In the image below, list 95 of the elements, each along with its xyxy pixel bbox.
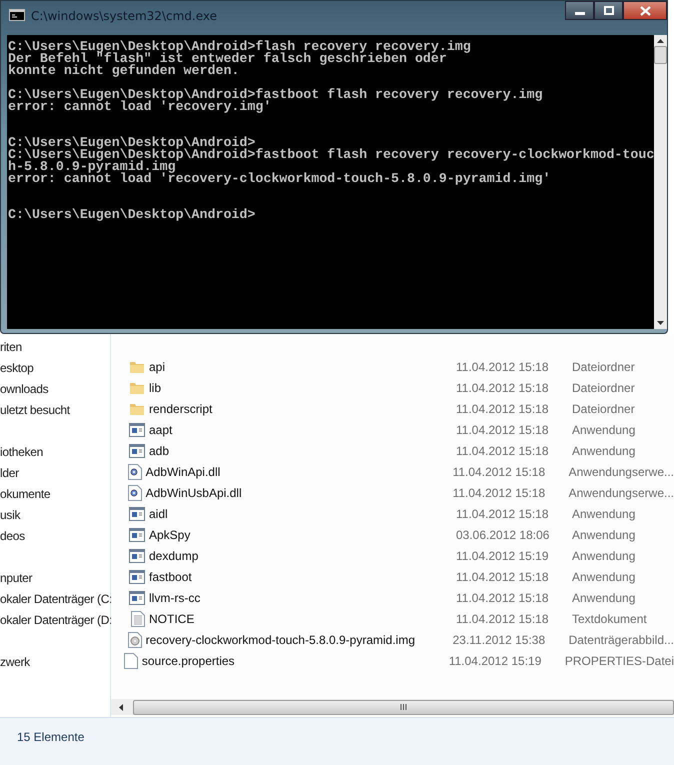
file-type: Anwendungserwe...: [568, 464, 674, 478]
application-icon: [129, 590, 145, 604]
file-date: 23.11.2012 15:38: [452, 632, 546, 646]
file-name[interactable]: renderscript: [149, 402, 456, 416]
file-name[interactable]: lib: [149, 380, 456, 394]
console-line: C:\Users\Eugen\Desktop\Android>flash recovery recovery.img: [8, 41, 472, 53]
application-icon: [129, 506, 145, 520]
sidebar-item[interactable]: deos: [0, 529, 25, 543]
scroll-up-icon: [657, 39, 664, 43]
item-count: 15 Elemente: [17, 730, 84, 744]
sidebar-item[interactable]: zwerk: [0, 655, 30, 669]
file-date: 11.04.2012 15:18: [456, 402, 550, 416]
sidebar-item[interactable]: ownloads: [0, 382, 48, 396]
scrollbar-thumb[interactable]: [654, 46, 668, 64]
minimize-button[interactable]: [565, 1, 594, 20]
file-name[interactable]: source.properties: [142, 654, 449, 668]
file-type: Dateiordner: [572, 380, 635, 394]
sidebar-item[interactable]: esktop: [0, 361, 34, 375]
file-type: Anwendung: [572, 528, 636, 542]
file-name[interactable]: fastboot: [149, 570, 456, 584]
file-name[interactable]: AdbWinUsbApi.dll: [146, 486, 453, 500]
file-name[interactable]: aidl: [149, 506, 456, 520]
folder-icon: [129, 402, 145, 416]
vertical-scrollbar[interactable]: [654, 35, 668, 329]
file-type: Anwendung: [572, 506, 636, 520]
sidebar-item[interactable]: okumente: [0, 487, 50, 501]
file-type: Dateiordner: [572, 360, 635, 374]
file-date: 11.04.2012 15:18: [456, 360, 550, 374]
scroll-down-icon: [657, 321, 664, 325]
grip-icon: [400, 704, 407, 710]
application-icon: [129, 422, 145, 436]
file-name[interactable]: dexdump: [149, 548, 456, 562]
application-icon: [129, 570, 145, 584]
file-type: Anwendung: [572, 590, 636, 604]
window-title: C:\windows\system32\cmd.exe: [31, 9, 217, 23]
file-name[interactable]: AdbWinApi.dll: [146, 464, 453, 478]
file-icon: [124, 652, 138, 668]
file-date: 11.04.2012 15:19: [448, 654, 542, 668]
file-date: 11.04.2012 15:19: [456, 548, 550, 562]
folder-icon: [129, 380, 145, 394]
file-type: Anwendung: [572, 570, 636, 584]
file-date: 11.04.2012 15:18: [452, 464, 546, 478]
maximize-button[interactable]: [594, 1, 623, 20]
file-type: Anwendung: [572, 422, 636, 436]
file-name[interactable]: llvm-rs-cc: [149, 590, 456, 604]
console-line: C:\Users\Eugen\Desktop\Android>fastboot flash recovery recovery.img: [8, 89, 544, 101]
sidebar-item[interactable]: riten: [0, 340, 22, 354]
file-date: 03.06.2012 18:06: [456, 528, 550, 542]
sidebar-item[interactable]: uletzt besucht: [0, 403, 70, 417]
console-line: error: cannot load 'recovery.img': [8, 101, 272, 113]
file-date: 11.04.2012 15:18: [456, 506, 550, 520]
file-name[interactable]: recovery-clockworkmod-touch-5.8.0.9-pyramid.img: [146, 632, 453, 646]
sidebar-item[interactable]: nputer: [0, 571, 32, 585]
close-icon: [640, 6, 650, 16]
console-line: Der Befehl "flash" ist entweder falsch geschrieben oder: [8, 53, 447, 65]
console-line: error: cannot load 'recovery-clockworkmod-touch-5.8.0.9-pyramid.img': [8, 173, 552, 185]
disc-image-icon: [128, 632, 142, 648]
application-icon: [129, 444, 145, 458]
file-date: 11.04.2012 15:18: [456, 590, 550, 604]
application-icon: [129, 548, 145, 562]
console-line: C:\Users\Eugen\Desktop\Android>: [8, 209, 256, 221]
sidebar-item[interactable]: usik: [0, 508, 20, 522]
file-name[interactable]: ApkSpy: [149, 528, 456, 542]
file-name[interactable]: NOTICE: [149, 612, 456, 626]
file-type: Textdokument: [572, 612, 647, 626]
file-type: Anwendungserwe...: [568, 486, 674, 500]
file-name[interactable]: adb: [149, 444, 456, 458]
console-line: konnte nicht gefunden werden.: [8, 65, 240, 77]
file-date: 11.04.2012 15:18: [456, 380, 550, 394]
sidebar-item[interactable]: okaler Datenträger (D:: [0, 613, 112, 627]
file-type: PROPERTIES-Datei: [564, 654, 674, 668]
file-date: 11.04.2012 15:18: [456, 570, 550, 584]
file-type: Anwendung: [572, 548, 636, 562]
close-button[interactable]: [623, 1, 667, 20]
text-file-icon: [131, 610, 145, 626]
file-date: 11.04.2012 15:18: [452, 486, 546, 500]
sidebar-item[interactable]: okaler Datenträger (C:: [0, 592, 112, 606]
console-icon: [9, 9, 25, 21]
console-line: C:\Users\Eugen\Desktop\Android>fastboot flash recovery recovery-clockworkmod-touc: [8, 149, 654, 161]
file-type: Anwendung: [572, 444, 636, 458]
file-date: 11.04.2012 15:18: [456, 422, 550, 436]
sidebar-item[interactable]: iotheken: [0, 445, 43, 459]
folder-icon: [129, 360, 145, 374]
scroll-left-icon: [119, 704, 123, 710]
console-line: h-5.8.0.9-pyramid.img: [8, 161, 176, 173]
console-line: C:\Users\Eugen\Desktop\Android>: [8, 137, 256, 149]
sidebar-item[interactable]: lder: [0, 466, 19, 480]
maximize-icon: [604, 6, 614, 15]
file-date: 11.04.2012 15:18: [456, 444, 550, 458]
file-name[interactable]: api: [149, 360, 456, 374]
file-date: 11.04.2012 15:18: [456, 612, 550, 626]
file-type: Dateiordner: [572, 402, 635, 416]
application-icon: [129, 528, 145, 542]
file-name[interactable]: aapt: [149, 422, 456, 436]
file-type: Datenträgerabbild...: [568, 632, 674, 646]
